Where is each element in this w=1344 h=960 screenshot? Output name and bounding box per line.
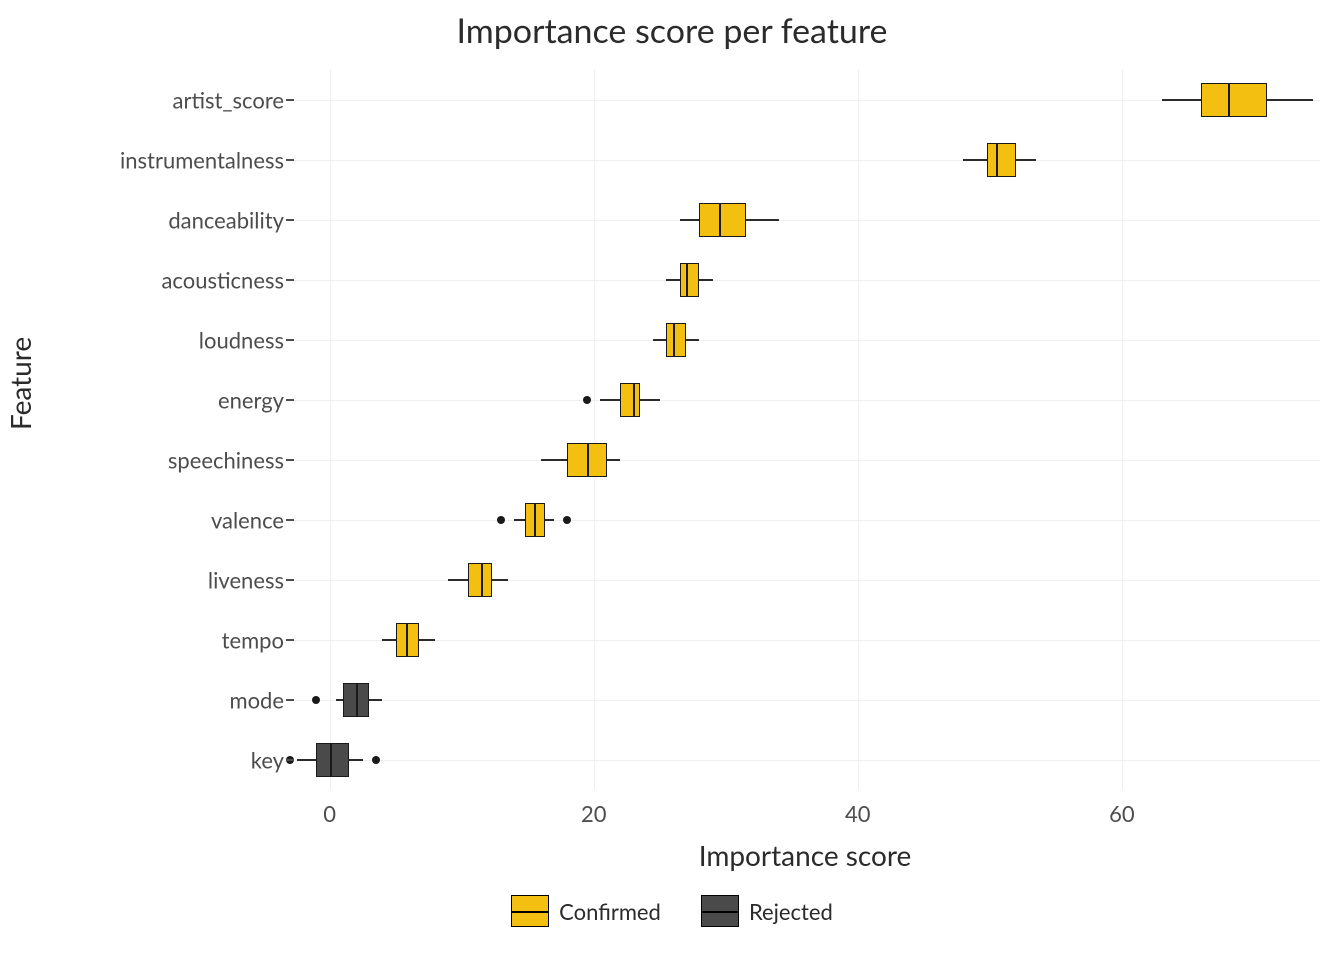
median [996,143,998,177]
y-tick-label: key [84,747,284,774]
box-row-liveness [290,560,1320,600]
legend-swatch-confirmed [511,895,549,927]
box-row-energy [290,380,1320,420]
box [316,743,349,777]
y-axis-label: Feature [3,337,37,430]
legend-item-confirmed: Confirmed [511,895,661,927]
median [356,683,358,717]
median [719,203,721,237]
box [666,323,686,357]
y-tick-dash [286,219,294,221]
box-row-acousticness [290,260,1320,300]
box-row-key [290,740,1320,780]
median [633,383,635,417]
box [620,383,640,417]
median [534,503,536,537]
box [680,263,700,297]
x-tick-label: 0 [323,800,336,827]
box-row-valence [290,500,1320,540]
y-tick-dash [286,699,294,701]
x-axis-label: Importance score [290,838,1320,872]
y-tick-label: energy [84,387,284,414]
box [987,143,1016,177]
legend-label-rejected: Rejected [749,898,833,925]
median [686,263,688,297]
y-tick-label: mode [84,687,284,714]
chart-title: Importance score per feature [0,10,1344,51]
outlier-point [497,516,505,524]
y-tick-label: speechiness [84,447,284,474]
outlier-point [372,756,380,764]
y-tick-dash [286,519,294,521]
boxplot-chart: Importance score per feature Feature Imp… [0,0,1344,960]
y-tick-label: tempo [84,627,284,654]
box [1201,83,1267,117]
x-tick-label: 20 [581,800,607,827]
box-row-instrumentalness [290,140,1320,180]
box [468,563,492,597]
y-tick-dash [286,639,294,641]
y-tick-dash [286,759,294,761]
y-tick-label: loudness [84,327,284,354]
box-row-artist_score [290,80,1320,120]
median [406,623,408,657]
y-tick-dash [286,459,294,461]
box [699,203,745,237]
median [587,443,589,477]
y-tick-dash [286,579,294,581]
outlier-point [312,696,320,704]
y-tick-dash [286,339,294,341]
median [481,563,483,597]
plot-area [290,70,1320,790]
y-tick-label: liveness [84,567,284,594]
legend-item-rejected: Rejected [701,895,833,927]
box-row-tempo [290,620,1320,660]
y-tick-label: instrumentalness [84,147,284,174]
y-tick-label: acousticness [84,267,284,294]
legend-swatch-rejected [701,895,739,927]
y-tick-dash [286,99,294,101]
median [1228,83,1230,117]
x-tick-label: 40 [845,800,871,827]
y-tick-dash [286,279,294,281]
y-tick-dash [286,159,294,161]
y-tick-dash [286,399,294,401]
box-row-speechiness [290,440,1320,480]
x-tick-label: 60 [1109,800,1135,827]
y-tick-label: valence [84,507,284,534]
outlier-point [563,516,571,524]
box-row-loudness [290,320,1320,360]
legend-label-confirmed: Confirmed [559,898,661,925]
y-tick-label: danceability [84,207,284,234]
median [673,323,675,357]
outlier-point [583,396,591,404]
y-tick-label: artist_score [84,87,284,114]
box-row-danceability [290,200,1320,240]
legend: Confirmed Rejected [0,895,1344,931]
median [330,743,332,777]
box-row-mode [290,680,1320,720]
